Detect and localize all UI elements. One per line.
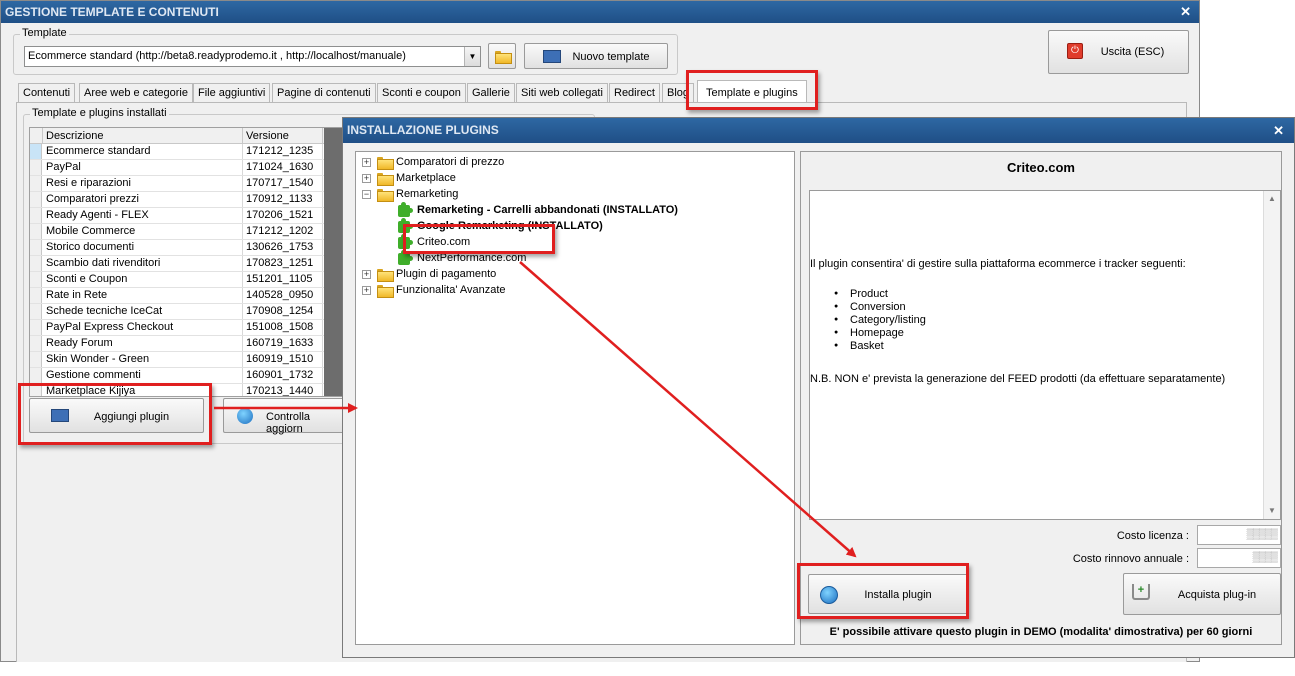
arrow-to-install (519, 261, 857, 558)
annotation-arrows (214, 261, 857, 558)
